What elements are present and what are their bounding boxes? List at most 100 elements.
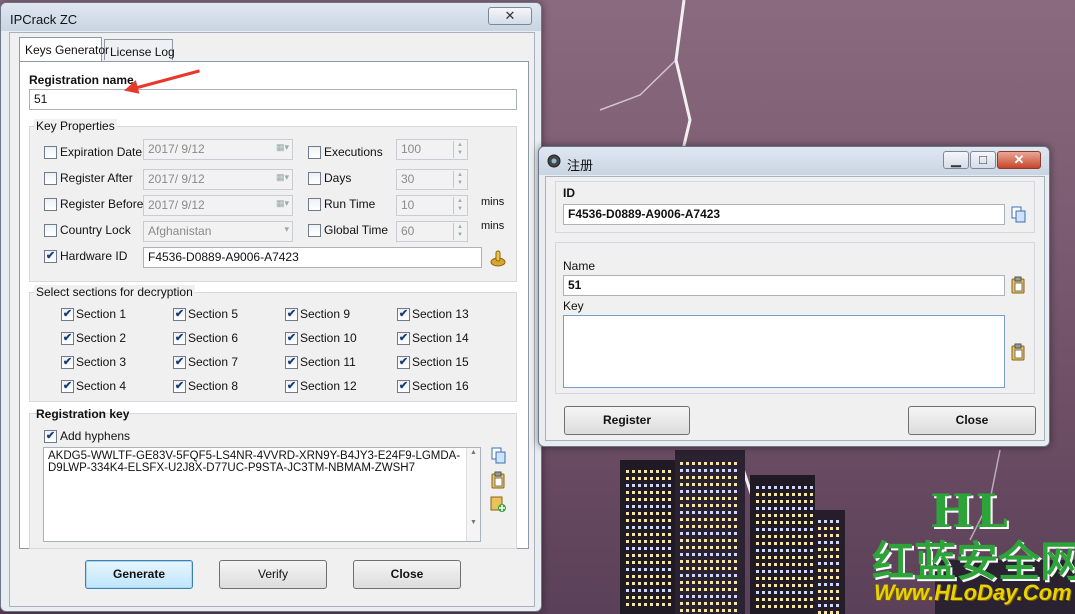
global-time-checkbox[interactable] xyxy=(308,224,321,237)
hardware-id-input[interactable]: F4536-D0889-A9006-A7423 xyxy=(143,247,482,268)
building-light xyxy=(626,526,629,529)
building-light xyxy=(704,560,707,563)
building-light xyxy=(692,602,695,605)
building-light xyxy=(792,521,795,524)
section-checkbox[interactable]: ✔ xyxy=(397,380,410,393)
building-light xyxy=(680,546,683,549)
section-checkbox[interactable]: ✔ xyxy=(285,380,298,393)
global-time-spinner[interactable]: 60 ▲ ▼ xyxy=(396,221,468,242)
executions-spinner[interactable]: 100 ▲ ▼ xyxy=(396,139,468,160)
section-checkbox[interactable]: ✔ xyxy=(61,356,74,369)
name-input[interactable]: 51 xyxy=(563,275,1005,296)
register-dialog-close-button[interactable]: Close xyxy=(908,406,1036,435)
section-checkbox[interactable]: ✔ xyxy=(397,356,410,369)
building-light xyxy=(728,483,731,486)
building-light xyxy=(656,596,659,599)
minimize-button[interactable]: ▁ xyxy=(943,151,969,169)
building-light xyxy=(650,519,653,522)
key-textarea[interactable] xyxy=(563,315,1005,388)
building-light xyxy=(722,546,725,549)
register-after-picker[interactable]: 2017/ 9/12 ▦▾ xyxy=(143,169,293,190)
copy-icon[interactable] xyxy=(490,447,506,465)
building-light xyxy=(716,518,719,521)
fetch-hardware-id-icon[interactable] xyxy=(490,249,506,267)
section-checkbox[interactable]: ✔ xyxy=(61,332,74,345)
copy-icon[interactable] xyxy=(1010,206,1026,224)
building-light xyxy=(722,483,725,486)
section-checkbox[interactable]: ✔ xyxy=(61,308,74,321)
country-lock-value: Afghanistan xyxy=(148,224,212,238)
keygen-titlebar[interactable] xyxy=(1,3,541,31)
building-light xyxy=(734,602,737,605)
building-light xyxy=(774,591,777,594)
building-light xyxy=(692,609,695,612)
register-after-checkbox[interactable] xyxy=(44,172,57,185)
building-light xyxy=(836,548,839,551)
building-light xyxy=(728,504,731,507)
verify-button[interactable]: Verify xyxy=(219,560,327,589)
tab-license-log[interactable]: License Log xyxy=(104,39,175,60)
registration-key-textarea[interactable]: AKDG5-WWLTF-GE83V-5FQF5-LS4NR-4VVRD-XRN9… xyxy=(43,447,481,542)
building-light xyxy=(632,512,635,515)
building-light xyxy=(792,486,795,489)
hardware-id-checkbox[interactable]: ✔ xyxy=(44,250,57,263)
building-light xyxy=(768,605,771,608)
section-checkbox[interactable]: ✔ xyxy=(173,356,186,369)
building-light xyxy=(734,532,737,535)
building-light xyxy=(668,582,671,585)
section-checkbox[interactable]: ✔ xyxy=(173,308,186,321)
section-checkbox[interactable]: ✔ xyxy=(285,308,298,321)
section-checkbox[interactable]: ✔ xyxy=(397,332,410,345)
section-checkbox[interactable]: ✔ xyxy=(285,356,298,369)
add-icon[interactable] xyxy=(490,495,506,513)
country-lock-select[interactable]: Afghanistan ▾ xyxy=(143,221,293,242)
building-light xyxy=(710,588,713,591)
section-checkbox[interactable]: ✔ xyxy=(173,332,186,345)
generate-button[interactable]: Generate xyxy=(85,560,193,589)
building-light xyxy=(780,591,783,594)
building-light xyxy=(798,570,801,573)
building-light xyxy=(722,518,725,521)
paste-icon[interactable] xyxy=(1010,276,1026,294)
maximize-button[interactable]: □ xyxy=(970,151,996,169)
building-light xyxy=(768,500,771,503)
id-input[interactable]: F4536-D0889-A9006-A7423 xyxy=(563,204,1005,225)
add-hyphens-checkbox[interactable]: ✔ xyxy=(44,430,57,443)
days-spinner[interactable]: 30 ▲ ▼ xyxy=(396,169,468,190)
building-light xyxy=(762,542,765,545)
register-before-picker[interactable]: 2017/ 9/12 ▦▾ xyxy=(143,195,293,216)
building-light xyxy=(686,567,689,570)
run-time-spinner[interactable]: 10 ▲ ▼ xyxy=(396,195,468,216)
vertical-scrollbar[interactable]: ▲ ▼ xyxy=(466,448,480,541)
country-lock-checkbox[interactable] xyxy=(44,224,57,237)
building-light xyxy=(756,528,759,531)
paste-icon[interactable] xyxy=(1010,343,1026,361)
building-light xyxy=(734,581,737,584)
expiration-date-checkbox[interactable] xyxy=(44,146,57,159)
section-checkbox[interactable]: ✔ xyxy=(285,332,298,345)
keygen-close-button[interactable]: ✕ xyxy=(488,7,532,25)
building-light xyxy=(774,570,777,573)
register-close-button[interactable]: ✕ xyxy=(997,151,1041,169)
tab-keys-generator[interactable]: Keys Generator xyxy=(19,37,109,61)
register-before-checkbox[interactable] xyxy=(44,198,57,211)
keygen-close-action-button[interactable]: Close xyxy=(353,560,461,589)
building-light xyxy=(680,595,683,598)
building-light xyxy=(698,511,701,514)
section-checkbox[interactable]: ✔ xyxy=(61,380,74,393)
run-time-checkbox[interactable] xyxy=(308,198,321,211)
building-light xyxy=(810,598,813,601)
keygen-window: IPCrack ZC ✕ Keys Generator License Log … xyxy=(0,2,542,612)
registration-name-input[interactable]: 51 xyxy=(29,89,517,110)
building-light xyxy=(780,598,783,601)
building-light xyxy=(662,533,665,536)
register-button[interactable]: Register xyxy=(564,406,690,435)
executions-checkbox[interactable] xyxy=(308,146,321,159)
building-light xyxy=(698,504,701,507)
building-light xyxy=(774,549,777,552)
section-checkbox[interactable]: ✔ xyxy=(173,380,186,393)
paste-icon[interactable] xyxy=(490,471,506,489)
expiration-date-picker[interactable]: 2017/ 9/12 ▦▾ xyxy=(143,139,293,160)
section-checkbox[interactable]: ✔ xyxy=(397,308,410,321)
days-checkbox[interactable] xyxy=(308,172,321,185)
